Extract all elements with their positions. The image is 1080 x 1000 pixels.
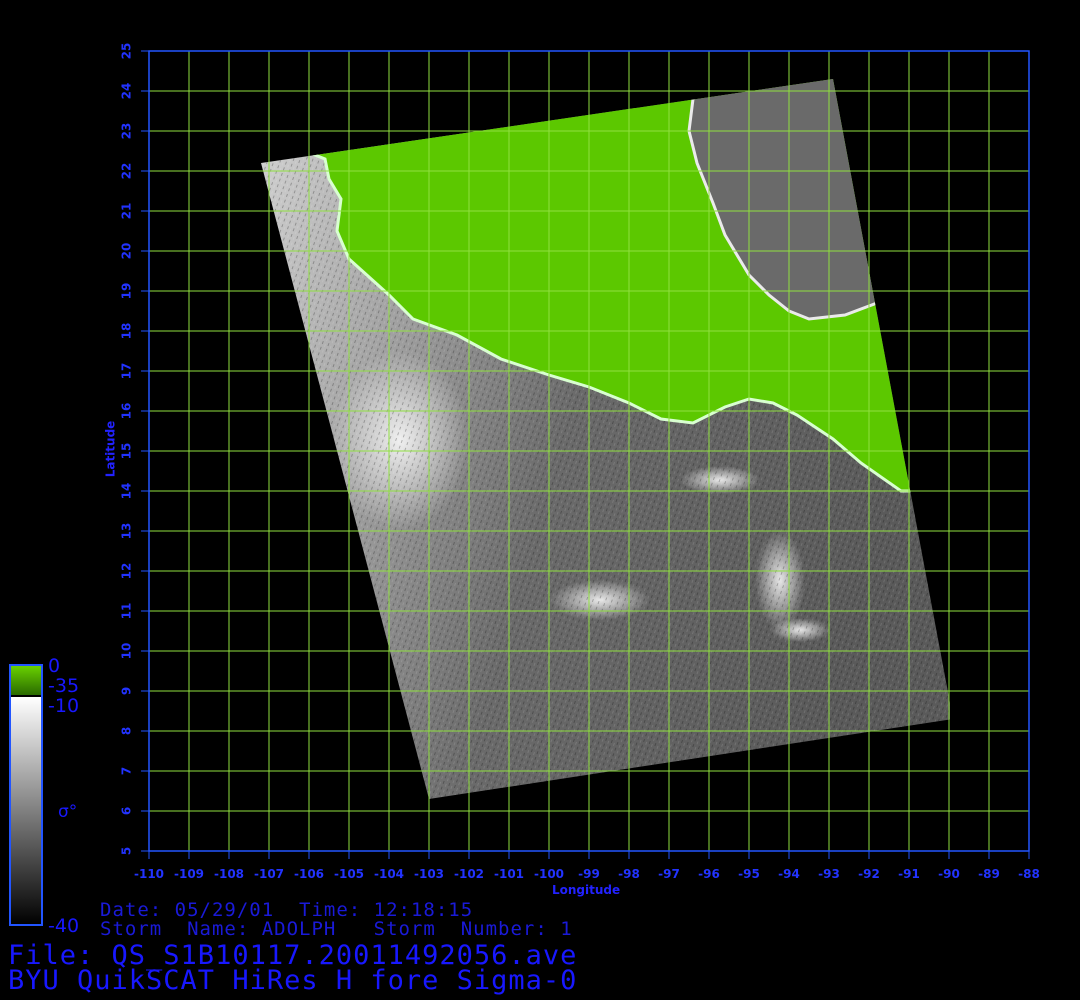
storm-info-line: Storm Name: ADOLPH Storm Number: 1 — [100, 918, 573, 940]
longitude-tick-label: -102 — [454, 867, 484, 881]
longitude-tick-label: -90 — [938, 867, 960, 881]
colorbar — [9, 664, 43, 926]
longitude-tick-label: -89 — [978, 867, 1000, 881]
latitude-tick-label: 9 — [120, 687, 134, 695]
longitude-tick-label: -101 — [494, 867, 524, 881]
colorbar-label-land-bottom: -35 — [48, 675, 80, 697]
x-axis-label: Longitude — [552, 883, 621, 897]
colorbar-label-land-top: 0 — [48, 655, 61, 677]
map-plot: -110 -109 -108 -107 -106 -105 -104 -103 -102 -101… — [9, 43, 1040, 926]
latitude-tick-label: 23 — [120, 123, 134, 140]
longitude-tick-label: -98 — [618, 867, 640, 881]
longitude-tick-label: -109 — [174, 867, 204, 881]
longitude-tick-label: -95 — [738, 867, 760, 881]
lat-lon-grid — [149, 51, 1029, 851]
longitude-tick-label: -99 — [578, 867, 600, 881]
latitude-tick-label: 18 — [120, 323, 134, 340]
latitude-tick-label: 12 — [120, 563, 134, 580]
latitude-tick-label: 8 — [120, 727, 134, 735]
longitude-tick-label: -91 — [898, 867, 920, 881]
latitude-tick-label: 13 — [120, 523, 134, 540]
longitude-tick-label: -103 — [414, 867, 444, 881]
longitude-tick-label: -94 — [778, 867, 800, 881]
colorbar-label-bottom: -40 — [48, 915, 80, 937]
longitude-tick-label: -106 — [294, 867, 324, 881]
longitude-tick-label: -100 — [534, 867, 564, 881]
latitude-tick-label: 25 — [120, 43, 134, 60]
latitude-tick-label: 20 — [120, 243, 134, 260]
longitude-tick-label: -92 — [858, 867, 880, 881]
colorbar-symbol: σ° — [58, 802, 78, 822]
latitude-tick-label: 6 — [120, 807, 134, 815]
colorbar-label-top: -10 — [48, 695, 80, 717]
latitude-tick-label: 19 — [120, 283, 134, 300]
latitude-tick-label: 22 — [120, 163, 134, 180]
longitude-tick-label: -108 — [214, 867, 244, 881]
latitude-tick-label: 14 — [120, 483, 134, 500]
latitude-tick-label: 10 — [120, 643, 134, 660]
longitude-tick-label: -105 — [334, 867, 364, 881]
product-title: BYU QuikSCAT HiRes H fore Sigma-0 — [8, 965, 578, 996]
longitude-tick-label: -97 — [658, 867, 680, 881]
longitude-tick-label: -93 — [818, 867, 840, 881]
latitude-tick-label: 24 — [120, 83, 134, 100]
y-axis-label: Latitude — [103, 420, 118, 478]
latitude-tick-label: 17 — [120, 363, 134, 380]
latitude-tick-label: 11 — [120, 603, 134, 620]
latitude-tick-labels: 5 6 7 8 9 10 11 12 13 14 15 16 17 18 19 20 21 22 23 24 25 — [120, 43, 149, 855]
latitude-tick-label: 5 — [120, 847, 134, 855]
colorbar-land-segment — [10, 665, 42, 695]
latitude-tick-label: 7 — [120, 767, 134, 775]
longitude-tick-label: -107 — [254, 867, 284, 881]
latitude-tick-label: 16 — [120, 403, 134, 420]
longitude-tick-label: -110 — [134, 867, 164, 881]
longitude-tick-label: -96 — [698, 867, 720, 881]
latitude-tick-label: 21 — [120, 203, 134, 220]
longitude-tick-labels: -110 -109 -108 -107 -106 -105 -104 -103 -102 -101… — [134, 851, 1040, 881]
colorbar-sigma0-segment — [10, 697, 42, 925]
longitude-tick-label: -104 — [374, 867, 404, 881]
latitude-tick-label: 15 — [120, 443, 134, 460]
longitude-tick-label: -88 — [1018, 867, 1040, 881]
